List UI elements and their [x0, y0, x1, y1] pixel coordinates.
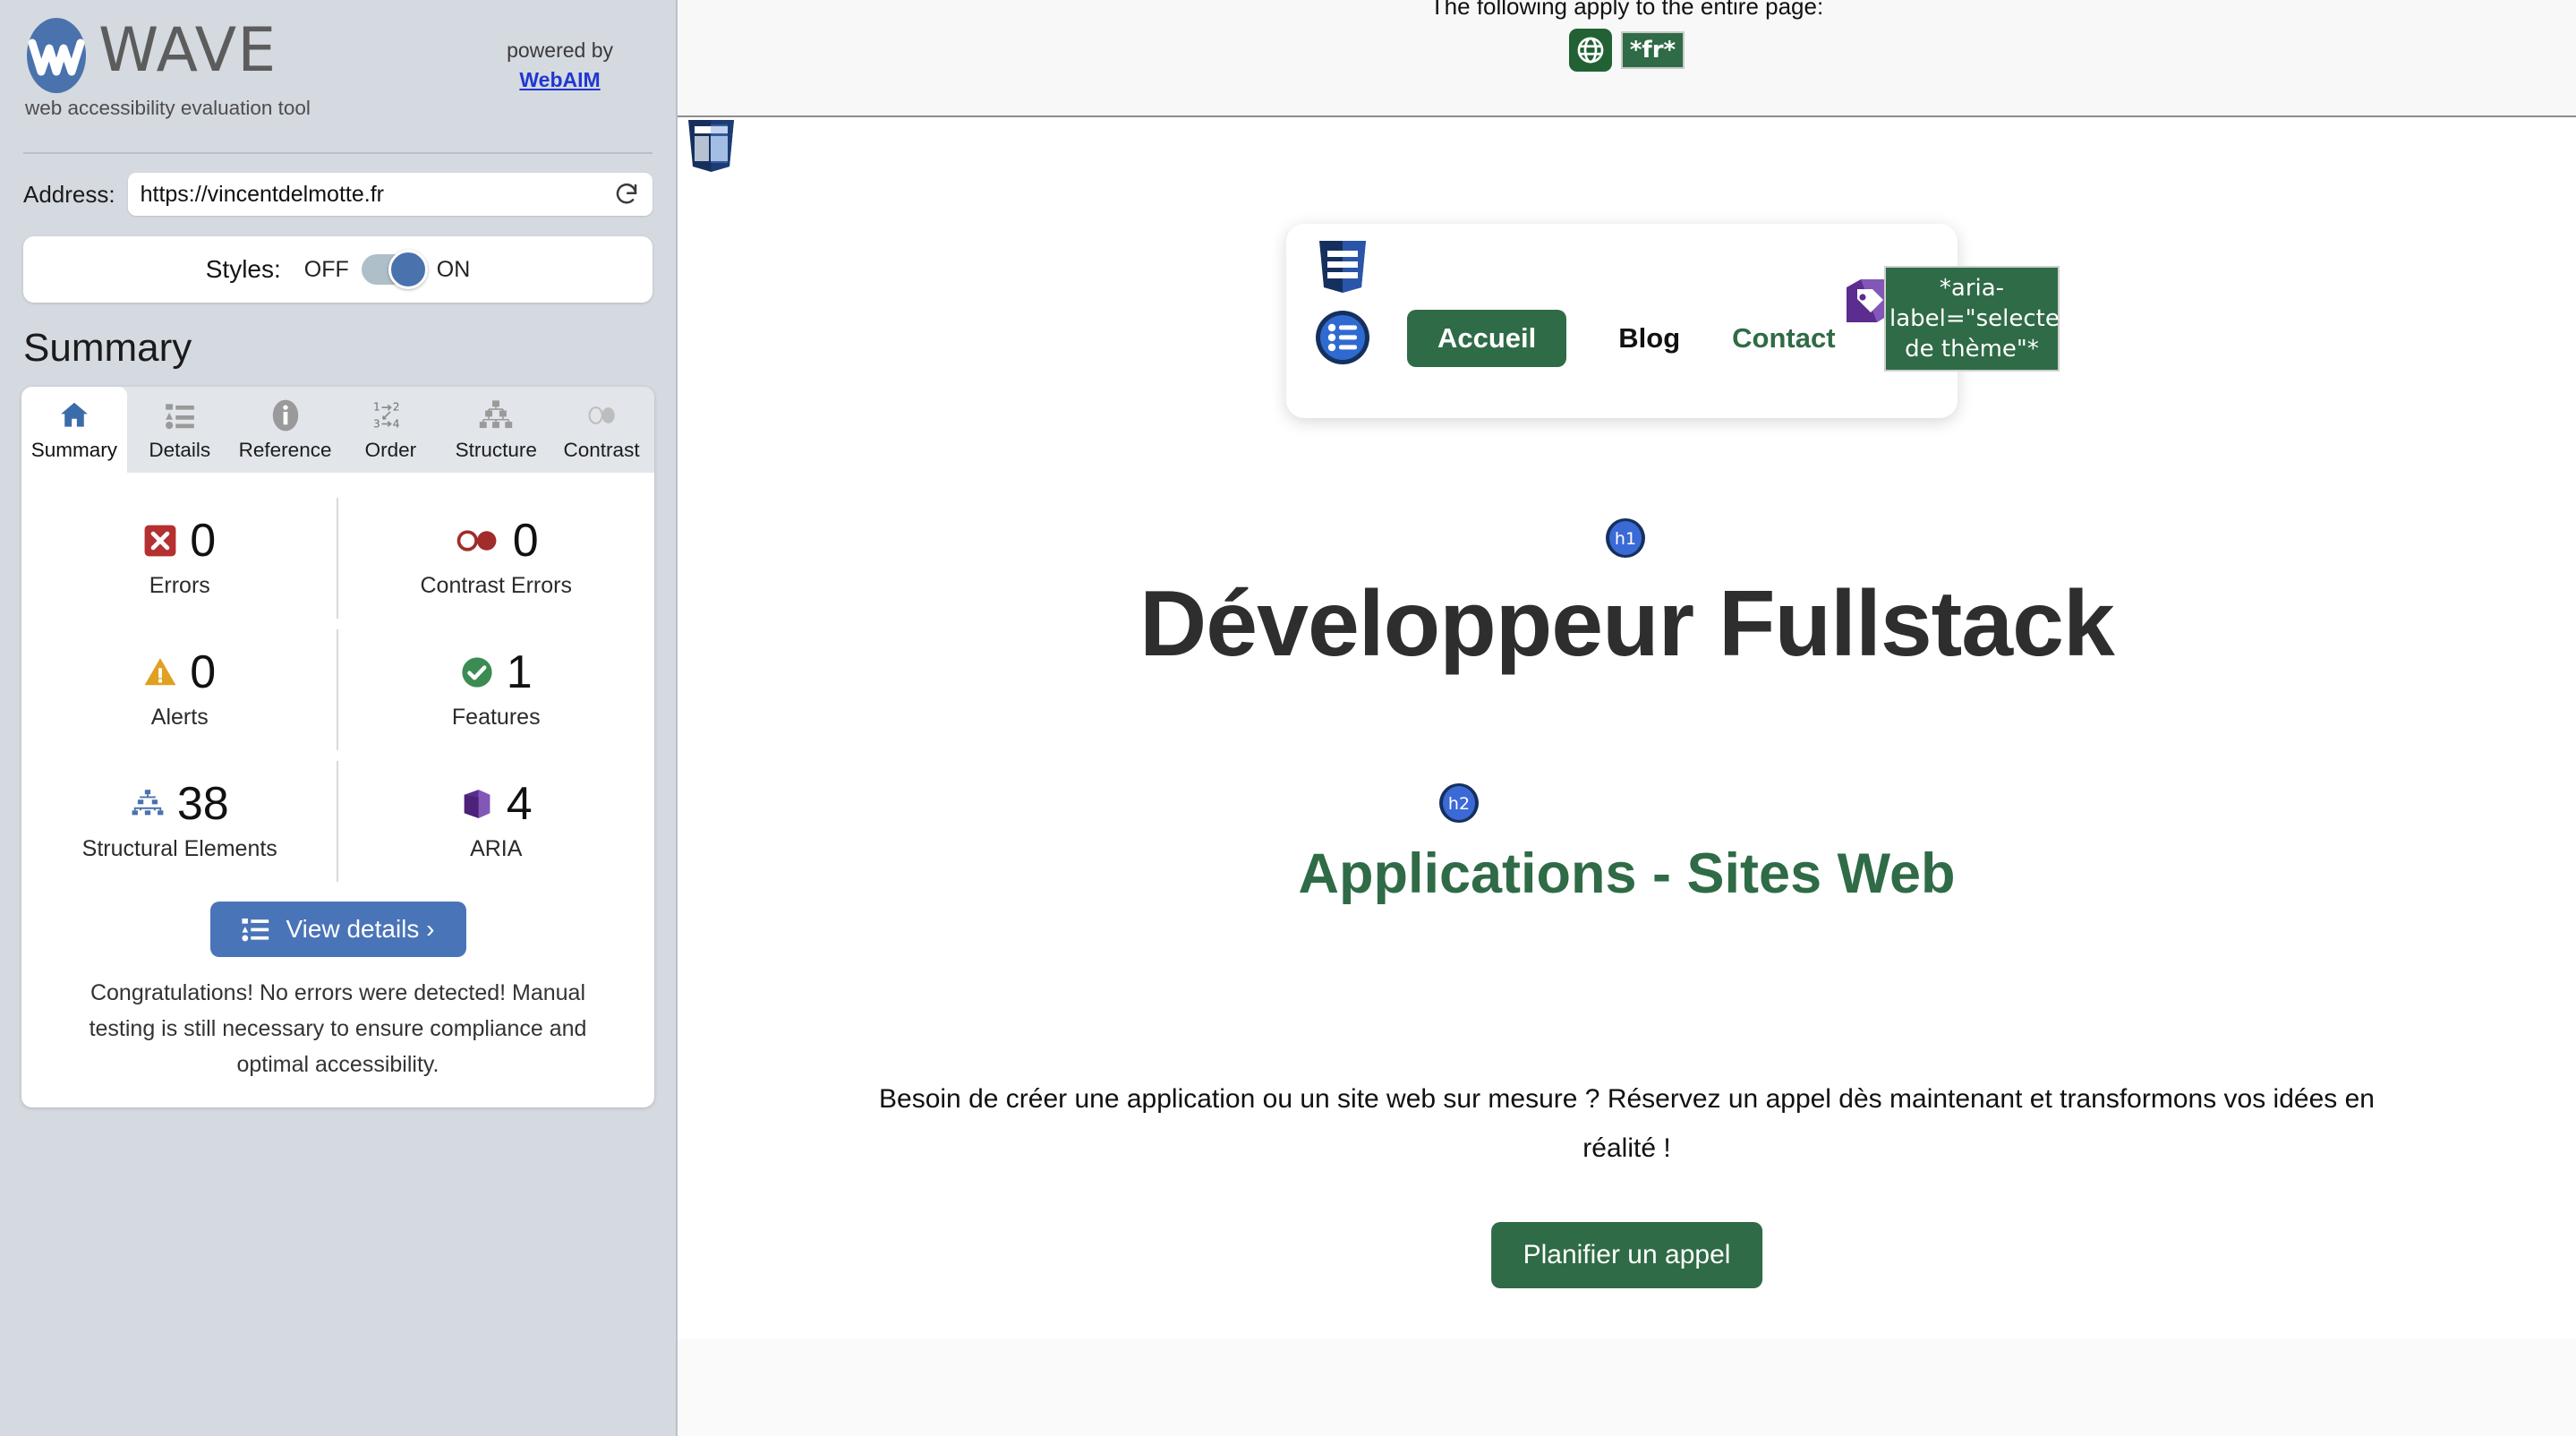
nav-item-blog[interactable]: Blog	[1618, 322, 1680, 355]
feature-check-icon	[462, 657, 492, 688]
order-icon: 1 2 3 4	[373, 394, 407, 437]
evaluated-page-pane: The following apply to the entire page: …	[678, 0, 2576, 1436]
nav-region-card: Accueil Blog Contact *aria-label="select…	[1286, 224, 2084, 418]
page-intro-paragraph: Besoin de créer une application ou un si…	[879, 1084, 2375, 1163]
svg-text:4: 4	[393, 418, 400, 431]
stat-features-value: 1	[506, 646, 533, 698]
powered-by-block: powered by WebAIM	[507, 36, 613, 95]
stat-alerts[interactable]: 0 Alerts	[21, 624, 338, 756]
wave-wordmark: WAVE	[98, 15, 277, 86]
site-nav-items: Accueil Blog Contact	[1407, 310, 1836, 367]
contrast-icon	[584, 394, 618, 437]
alert-triangle-icon	[144, 658, 176, 686]
tab-reference-label: Reference	[238, 439, 332, 461]
page-heading-2: Applications - Sites Web	[1298, 842, 1956, 905]
styles-off-label: OFF	[303, 256, 349, 282]
unordered-list-icon[interactable]	[1315, 310, 1370, 370]
tab-order[interactable]: 1 2 3 4 Order	[337, 387, 443, 473]
svg-text:3: 3	[373, 418, 380, 431]
wave-sidebar: WAVE powered by WebAIM web accessibility…	[0, 0, 678, 1436]
structural-icon	[132, 790, 164, 816]
summary-stats-grid: 0 Errors 0 Contrast Errors 0 Alerts 1 Fe…	[21, 473, 654, 893]
wave-logo-icon	[23, 16, 90, 93]
panel-tabbar: Summary Details Reference 1 2 3 4 Order …	[21, 387, 654, 473]
tab-contrast-label: Contrast	[563, 439, 640, 461]
schedule-call-button[interactable]: Planifier un appel	[1490, 1222, 1763, 1288]
svg-text:2: 2	[393, 401, 400, 414]
stat-contrast-errors-label: Contrast Errors	[420, 573, 572, 598]
page-bottom-band	[678, 1339, 2576, 1436]
header-divider	[23, 152, 653, 154]
info-icon	[269, 394, 303, 437]
stat-structural-elements-label: Structural Elements	[81, 836, 277, 861]
stat-aria-value: 4	[506, 778, 533, 830]
stat-aria-label: ARIA	[470, 836, 523, 861]
tab-details-label: Details	[149, 439, 211, 461]
aria-cube-icon	[464, 790, 490, 818]
address-input[interactable]: https://vincentdelmotte.fr	[141, 182, 613, 208]
view-details-button[interactable]: View details ›	[209, 902, 466, 957]
list-icon	[163, 394, 197, 437]
toggle-knob[interactable]	[388, 250, 428, 289]
stat-features[interactable]: 1 Features	[338, 624, 655, 756]
structure-icon	[479, 394, 513, 437]
nav-item-accueil[interactable]: Accueil	[1407, 310, 1567, 367]
language-globe-icon[interactable]	[1568, 29, 1612, 72]
summary-heading: Summary	[23, 326, 192, 370]
stat-errors[interactable]: 0 Errors	[21, 492, 338, 624]
svg-text:h2: h2	[1448, 794, 1470, 814]
nav-region-icon[interactable]	[1318, 239, 1368, 299]
stat-structural-elements[interactable]: 38 Structural Elements	[21, 756, 338, 887]
stat-aria[interactable]: 4 ARIA	[338, 756, 655, 887]
h1-heading-badge[interactable]: h1	[1605, 517, 1646, 563]
address-input-wrapper[interactable]: https://vincentdelmotte.fr	[127, 173, 653, 216]
error-x-icon	[144, 525, 176, 557]
tab-summary-label: Summary	[30, 439, 118, 461]
wave-brand-header: WAVE powered by WebAIM web accessibility…	[0, 0, 676, 141]
tab-summary[interactable]: Summary	[21, 387, 127, 473]
stat-contrast-errors-value: 0	[512, 515, 539, 567]
webaim-link[interactable]: WebAIM	[519, 68, 600, 91]
address-label: Address:	[23, 180, 115, 208]
page-level-banner-text: The following apply to the entire page:	[1429, 0, 1824, 20]
stat-errors-label: Errors	[149, 573, 210, 598]
tab-structure-label: Structure	[455, 439, 537, 461]
powered-by-text: powered by	[507, 38, 613, 62]
list-icon	[242, 918, 269, 942]
page-level-banner: The following apply to the entire page: …	[678, 0, 2576, 117]
stat-alerts-value: 0	[190, 646, 217, 698]
tab-order-label: Order	[364, 439, 417, 461]
svg-text:h1: h1	[1615, 529, 1636, 549]
stat-structural-elements-value: 38	[176, 778, 229, 830]
nav-item-contact[interactable]: Contact	[1732, 322, 1835, 355]
reload-icon[interactable]	[613, 181, 640, 208]
page-heading-1: Développeur Fullstack	[1139, 572, 2115, 676]
home-icon	[57, 394, 91, 437]
stat-features-label: Features	[451, 705, 541, 730]
tab-structure[interactable]: Structure	[443, 387, 549, 473]
language-code-badge[interactable]: *fr*	[1620, 31, 1685, 69]
tab-contrast[interactable]: Contrast	[549, 387, 654, 473]
styles-label: Styles:	[205, 255, 281, 283]
header-banner-icon[interactable]	[687, 118, 736, 178]
contrast-circles-icon	[456, 530, 497, 551]
styles-toggle-card[interactable]: Styles: OFF ON	[23, 236, 653, 303]
page-level-icons: *fr*	[1568, 29, 1685, 72]
stat-errors-value: 0	[190, 515, 217, 567]
wave-evaluation-screen: WAVE powered by WebAIM web accessibility…	[0, 0, 2576, 1436]
tab-reference[interactable]: Reference	[233, 387, 338, 473]
stat-contrast-errors[interactable]: 0 Contrast Errors	[338, 492, 655, 624]
congratulations-message: Congratulations! No errors were detected…	[89, 980, 587, 1077]
tab-details[interactable]: Details	[127, 387, 233, 473]
h2-heading-badge[interactable]: h2	[1438, 782, 1480, 828]
address-row: Address: https://vincentdelmotte.fr	[0, 172, 676, 217]
styles-on-label: ON	[436, 256, 471, 282]
wave-tagline: web accessibility evaluation tool	[25, 97, 311, 119]
styles-toggle-switch[interactable]	[361, 250, 428, 289]
summary-panel: Summary Details Reference 1 2 3 4 Order …	[21, 387, 654, 1107]
view-details-label: View details ›	[286, 915, 435, 943]
svg-text:1: 1	[373, 401, 380, 414]
stat-alerts-label: Alerts	[150, 705, 209, 730]
aria-label-tooltip: *aria-label="selecteur de thème"*	[1884, 266, 2084, 372]
